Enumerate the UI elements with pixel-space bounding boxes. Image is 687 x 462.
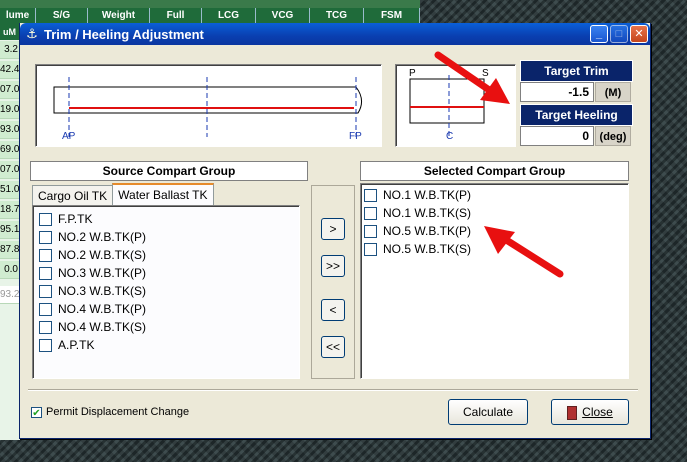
bg-row-value: 3.2 [0, 41, 20, 59]
list-item[interactable]: NO.4 W.B.TK(P) [39, 300, 146, 318]
section-outline [409, 78, 485, 124]
bg-col-header: Full [150, 8, 202, 24]
permit-displacement-checkbox[interactable] [31, 406, 42, 418]
bg-row-value: 42.4 [0, 61, 20, 79]
selected-group-header: Selected Compart Group [360, 161, 629, 181]
list-item-label: NO.3 W.B.TK(P) [58, 266, 147, 280]
target-heeling-input[interactable]: 0 [520, 126, 594, 146]
bg-row-value: 69.0 [0, 141, 20, 159]
list-item-label: NO.3 W.B.TK(S) [58, 284, 147, 298]
checkbox[interactable] [39, 230, 52, 244]
list-item-label: NO.1 W.B.TK(S) [383, 206, 472, 220]
list-item-label: NO.5 W.B.TK(P) [383, 224, 472, 238]
move-left-button[interactable]: < [321, 299, 345, 321]
target-trim-header: Target Trim [520, 60, 633, 82]
checkbox[interactable] [39, 284, 52, 298]
source-group-header: Source Compart Group [30, 161, 308, 181]
checkbox[interactable] [39, 212, 52, 226]
bg-row-value: 18.7 [0, 201, 20, 219]
list-item[interactable]: NO.2 W.B.TK(S) [39, 246, 146, 264]
checkbox[interactable] [39, 302, 52, 316]
bg-row-value: 07.0 [0, 161, 20, 179]
list-item-label: A.P.TK [58, 338, 95, 352]
list-item[interactable]: NO.4 W.B.TK(S) [39, 318, 146, 336]
close-button-label: Close [582, 405, 613, 419]
list-item-label: NO.1 W.B.TK(P) [383, 188, 472, 202]
dialog-titlebar[interactable]: ⚓ Trim / Heeling Adjustment [20, 23, 650, 45]
door-icon [567, 405, 578, 420]
bg-col-header: Weight [88, 8, 150, 24]
bg-col-header: lume [0, 8, 36, 24]
bg-row-value: 95.1 [0, 221, 20, 239]
calculate-button[interactable]: Calculate [448, 399, 528, 425]
tab-water-ballast[interactable]: Water Ballast TK [112, 183, 214, 205]
checkbox[interactable] [364, 206, 377, 220]
bg-row-value: 87.8 [0, 241, 20, 259]
bg-row-value: 0.0 [0, 261, 20, 279]
bg-col-header: TCG [310, 8, 364, 24]
permit-displacement-label: Permit Displacement Change [46, 406, 190, 418]
tab-cargo-oil[interactable]: Cargo Oil TK [32, 185, 114, 205]
list-item-label: NO.2 W.B.TK(S) [58, 248, 147, 262]
close-window-button[interactable]: ✕ [630, 25, 648, 43]
bg-row-value: 07.0 [0, 81, 20, 99]
cross-section-panel: P S C [395, 64, 516, 147]
permit-displacement-checkbox-row[interactable]: Permit Displacement Change [31, 403, 189, 421]
bg-col-header: S/G [36, 8, 88, 24]
starboard-label: S [482, 68, 489, 79]
list-item[interactable]: NO.3 W.B.TK(P) [39, 264, 146, 282]
checkbox[interactable] [364, 224, 377, 238]
list-item-label: NO.4 W.B.TK(P) [58, 302, 147, 316]
bg-col-header: LCG [202, 8, 256, 24]
list-item[interactable]: NO.1 W.B.TK(P) [364, 186, 471, 204]
bg-row-value: 19.0 [0, 101, 20, 119]
list-item[interactable]: NO.5 W.B.TK(P) [364, 222, 471, 240]
selected-list: NO.1 W.B.TK(P) NO.1 W.B.TK(S) NO.5 W.B.T… [360, 183, 629, 379]
bg-row-header: uM [0, 24, 20, 40]
port-label: P [409, 68, 416, 79]
move-right-button[interactable]: > [321, 218, 345, 240]
bg-row-value: 93.0 [0, 121, 20, 139]
bg-row-value: 51.0 [0, 181, 20, 199]
list-item[interactable]: NO.5 W.B.TK(S) [364, 240, 471, 258]
target-heeling-header: Target Heeling [520, 104, 633, 126]
list-item[interactable]: A.P.TK [39, 336, 94, 354]
bg-row-value: 93.2 [0, 286, 20, 304]
trim-heeling-dialog: ⚓ Trim / Heeling Adjustment _ □ ✕ AP FP … [19, 23, 651, 439]
move-all-left-button[interactable]: << [321, 336, 345, 358]
target-heeling-unit: (deg) [595, 126, 631, 146]
checkbox[interactable] [364, 188, 377, 202]
checkbox[interactable] [39, 338, 52, 352]
minimize-button[interactable]: _ [590, 25, 608, 43]
move-all-right-button[interactable]: >> [321, 255, 345, 277]
bg-col-header: VCG [256, 8, 310, 24]
dialog-title: Trim / Heeling Adjustment [44, 26, 204, 42]
fp-label: FP [349, 131, 362, 142]
checkbox[interactable] [39, 248, 52, 262]
close-button[interactable]: Close [551, 399, 629, 425]
list-item-label: NO.2 W.B.TK(P) [58, 230, 147, 244]
list-item[interactable]: NO.3 W.B.TK(S) [39, 282, 146, 300]
centerline-label: C [446, 131, 454, 142]
list-item[interactable]: NO.2 W.B.TK(P) [39, 228, 146, 246]
ap-label: AP [62, 131, 76, 142]
target-trim-unit: (M) [595, 82, 631, 102]
maximize-button[interactable]: □ [610, 25, 628, 43]
footer-divider [28, 389, 638, 391]
background-spreadsheet-top [0, 0, 420, 8]
bg-col-header: FSM [364, 8, 420, 24]
anchor-icon: ⚓ [26, 26, 38, 41]
checkbox[interactable] [364, 242, 377, 256]
target-trim-input[interactable]: -1.5 [520, 82, 594, 102]
list-item[interactable]: NO.1 W.B.TK(S) [364, 204, 471, 222]
list-item-label: NO.5 W.B.TK(S) [383, 242, 472, 256]
ship-profile-panel: AP FP [35, 64, 382, 147]
list-item-label: F.P.TK [58, 212, 93, 226]
list-item-label: NO.4 W.B.TK(S) [58, 320, 147, 334]
list-item[interactable]: F.P.TK [39, 210, 92, 228]
hull-profile-outline [53, 86, 362, 114]
checkbox[interactable] [39, 320, 52, 334]
checkbox[interactable] [39, 266, 52, 280]
source-list: F.P.TK NO.2 W.B.TK(P) NO.2 W.B.TK(S) NO.… [32, 205, 300, 379]
